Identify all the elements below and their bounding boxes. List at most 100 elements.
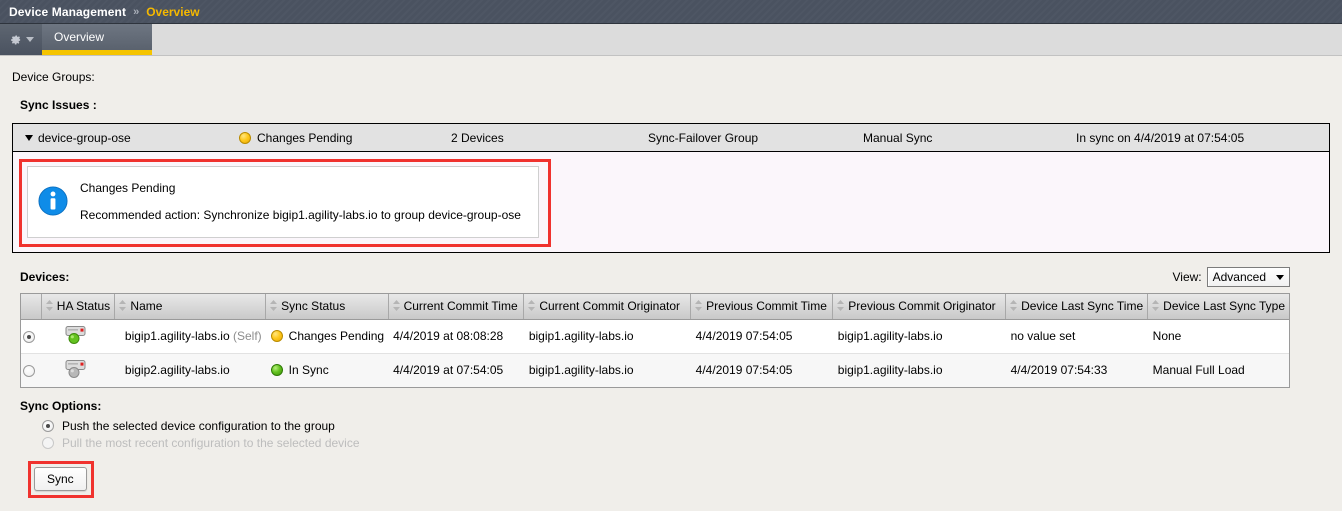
device-icon-active (63, 325, 89, 348)
previous-commit-originator-cell: bigip1.agility-labs.io (832, 319, 1006, 354)
column-name-label: Name (130, 298, 163, 313)
changes-pending-alert: Changes Pending Recommended action: Sync… (27, 166, 539, 238)
ha-status-cell (41, 319, 115, 354)
sync-button-wrapper: Sync (28, 460, 94, 498)
row-select-cell[interactable] (21, 353, 42, 387)
status-amber-icon (239, 131, 251, 144)
device-last-sync-time-cell: no value set (1005, 319, 1148, 354)
previous-commit-time-cell: 4/4/2019 07:54:05 (690, 353, 833, 387)
row-radio-button[interactable] (23, 364, 36, 377)
device-group-body: Changes Pending Recommended action: Sync… (13, 152, 1329, 252)
previous-commit-time-cell: 4/4/2019 07:54:05 (690, 319, 833, 354)
sync-option-pull: Pull the most recent configuration to th… (42, 436, 1330, 450)
device-last-sync-type-cell: Manual Full Load (1147, 353, 1289, 387)
previous-commit-originator-cell: bigip1.agility-labs.io (832, 353, 1006, 387)
column-device-last-sync-type-label: Device Last Sync Type (1163, 298, 1285, 313)
column-current-commit-time-label: Current Commit Time (403, 298, 518, 313)
sort-icon (45, 299, 54, 314)
device-name: bigip2.agility-labs.io (124, 363, 230, 377)
page-content: Device Groups: Sync Issues : device-grou… (0, 70, 1342, 498)
device-group-device-count: 2 Devices (451, 130, 504, 145)
current-commit-originator-cell: bigip1.agility-labs.io (523, 353, 691, 387)
device-group-panel: device-group-ose Changes Pending 2 Devic… (12, 123, 1330, 253)
tab-strip: Overview (0, 24, 1342, 56)
column-current-commit-originator[interactable]: Current Commit Originator (523, 294, 692, 320)
alert-text: Changes Pending Recommended action: Sync… (80, 181, 521, 222)
tab-active-underline (42, 50, 152, 55)
table-row[interactable]: bigip1.agility-labs.io (Self) Changes Pe… (21, 319, 1289, 354)
column-sync-status[interactable]: Sync Status (265, 294, 389, 320)
status-amber-icon (270, 330, 283, 342)
ha-status-cell (41, 353, 115, 387)
sync-status-text: In Sync (288, 363, 329, 377)
device-name-cell: bigip1.agility-labs.io (Self) (114, 319, 266, 354)
column-ha-status-label: HA Status (56, 298, 111, 313)
column-device-last-sync-time[interactable]: Device Last Sync Time (1005, 294, 1149, 320)
sort-icon (118, 299, 127, 314)
alert-title: Changes Pending (80, 181, 176, 196)
breadcrumb-separator: » (133, 5, 140, 18)
devices-label: Devices: (20, 270, 70, 284)
sync-option-push-radio[interactable] (42, 419, 54, 432)
column-device-last-sync-time-label: Device Last Sync Time (1021, 298, 1144, 313)
row-radio-button[interactable] (23, 330, 36, 343)
alert-recommendation: Recommended action: Synchronize bigip1.a… (80, 207, 521, 222)
row-select-cell[interactable] (21, 319, 42, 354)
device-name-cell: bigip2.agility-labs.io (114, 353, 266, 387)
column-device-last-sync-type[interactable]: Device Last Sync Type (1147, 294, 1289, 320)
column-current-commit-time[interactable]: Current Commit Time (388, 294, 525, 320)
current-commit-time-cell: 4/4/2019 at 08:08:28 (388, 319, 524, 354)
sort-icon (836, 299, 845, 314)
info-icon (38, 185, 68, 219)
view-select[interactable]: Advanced (1206, 267, 1290, 287)
sort-icon (269, 299, 278, 314)
device-last-sync-time-cell: 4/4/2019 07:54:33 (1005, 353, 1148, 387)
column-ha-status[interactable]: HA Status (41, 294, 116, 320)
sync-option-push[interactable]: Push the selected device configuration t… (42, 419, 1330, 433)
status-green-icon (270, 364, 283, 376)
tab-overview[interactable]: Overview (42, 24, 152, 55)
sort-icon (1151, 299, 1160, 314)
device-group-name-cell[interactable]: device-group-ose (13, 131, 235, 145)
breadcrumb-bar: Device Management » Overview (0, 0, 1342, 24)
breadcrumb-current: Overview (146, 4, 200, 19)
column-name[interactable]: Name (114, 294, 267, 320)
view-label: View: (1172, 270, 1202, 284)
device-group-sync-mode: Manual Sync (863, 130, 933, 145)
tab-overview-label: Overview (54, 30, 105, 44)
sync-status-text: Changes Pending (288, 329, 385, 343)
column-sync-status-label: Sync Status (281, 298, 346, 313)
column-previous-commit-time[interactable]: Previous Commit Time (690, 294, 834, 320)
sync-button[interactable]: Sync (34, 466, 87, 491)
chevron-down-icon (1276, 274, 1284, 280)
device-group-last-sync: In sync on 4/4/2019 at 07:54:05 (1076, 130, 1245, 145)
gear-menu-button[interactable] (0, 24, 42, 55)
devices-header-row: Devices: View: Advanced (20, 267, 1330, 287)
sort-icon (392, 299, 401, 314)
column-current-commit-originator-label: Current Commit Originator (539, 298, 681, 313)
devices-table: HA Status Name Sync Status Current Commi… (21, 294, 1289, 387)
sort-icon (694, 299, 703, 314)
device-group-status: Changes Pending (257, 130, 353, 145)
device-group-name: device-group-ose (38, 130, 131, 145)
device-group-header-row[interactable]: device-group-ose Changes Pending 2 Devic… (13, 124, 1329, 152)
devices-table-wrapper: HA Status Name Sync Status Current Commi… (20, 293, 1290, 388)
table-row[interactable]: bigip2.agility-labs.io In Sync 4/4/2019 … (21, 353, 1289, 387)
gear-icon (8, 31, 23, 49)
column-previous-commit-time-label: Previous Commit Time (706, 298, 827, 313)
column-previous-commit-originator[interactable]: Previous Commit Originator (832, 294, 1007, 320)
sync-issues-label: Sync Issues : (20, 98, 97, 112)
devices-table-header: HA Status Name Sync Status Current Commi… (21, 294, 1289, 320)
device-groups-label: Device Groups: (12, 70, 95, 84)
current-commit-time-cell: 4/4/2019 at 07:54:05 (388, 353, 524, 387)
breadcrumb-root[interactable]: Device Management (9, 5, 126, 19)
sort-icon (1009, 299, 1018, 314)
collapse-triangle-icon[interactable] (25, 134, 33, 141)
sync-status-cell: In Sync (265, 353, 389, 387)
sync-options-label: Sync Options: (20, 398, 102, 413)
device-self-tag: (Self) (233, 329, 262, 343)
column-select[interactable] (21, 294, 42, 320)
sync-option-pull-label: Pull the most recent configuration to th… (62, 435, 360, 450)
sort-icon (527, 299, 536, 314)
sync-option-pull-radio (42, 436, 54, 449)
